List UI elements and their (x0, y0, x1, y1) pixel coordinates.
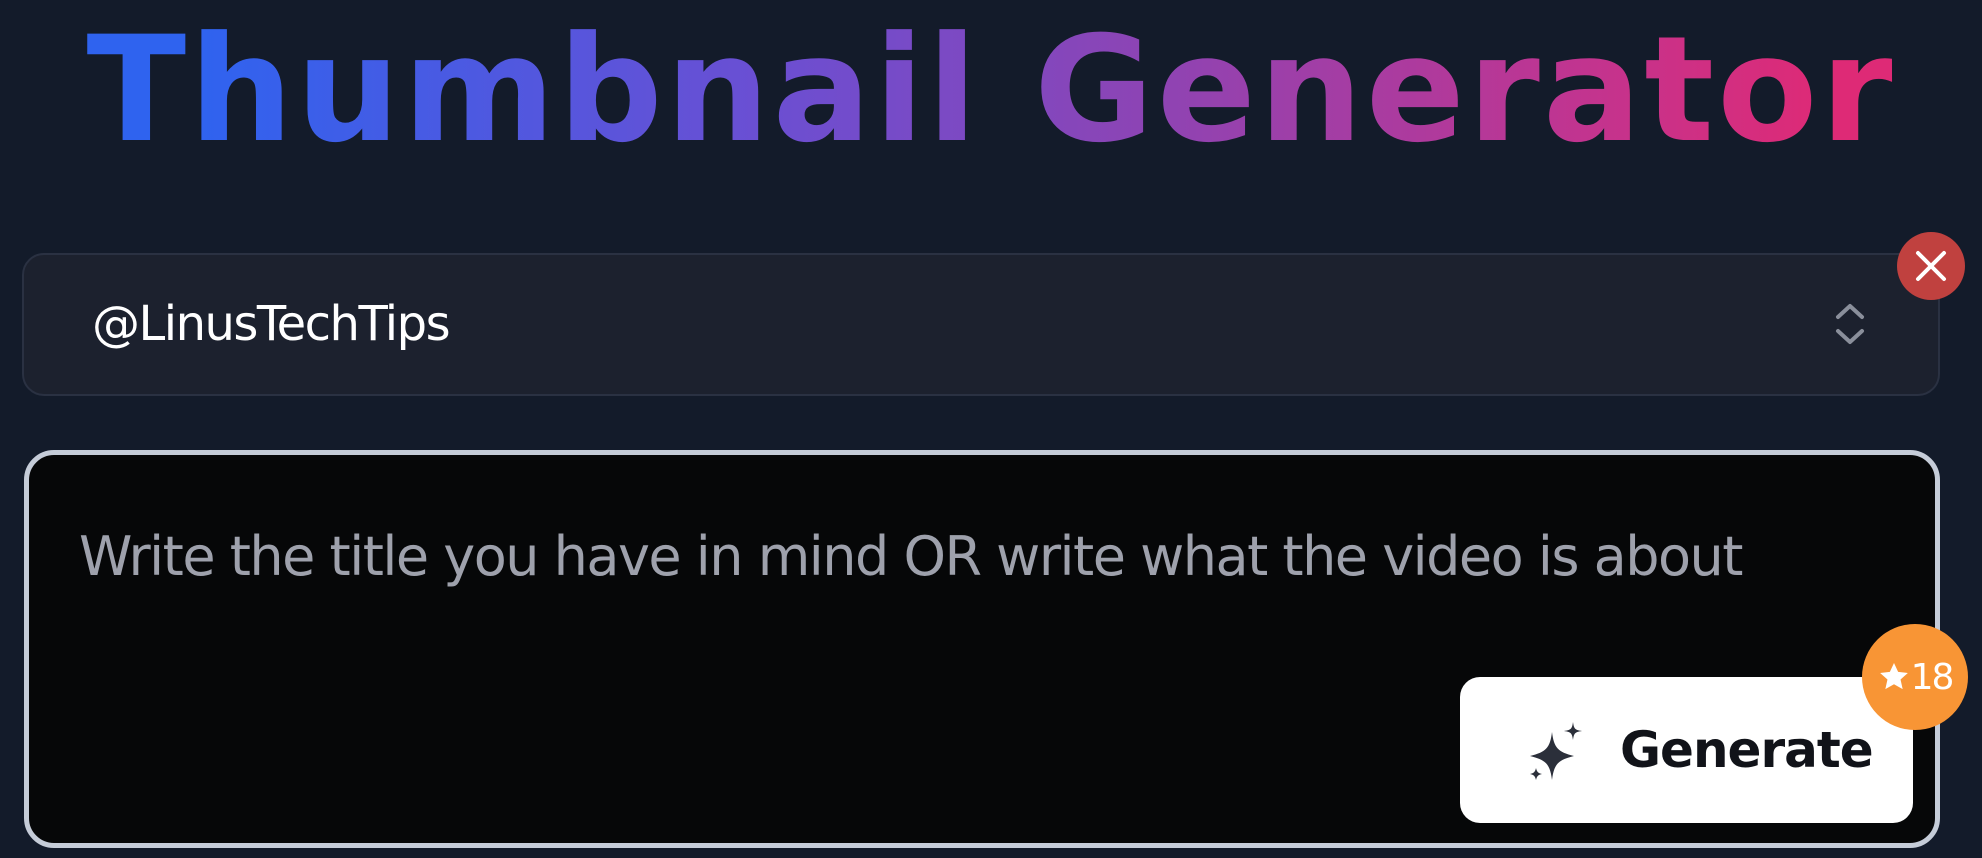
close-icon (1916, 251, 1946, 281)
sparkles-icon (1530, 722, 1582, 780)
page-title: Thumbnail Generator (0, 0, 1982, 180)
clear-channel-button[interactable] (1897, 232, 1965, 300)
generate-button[interactable]: Generate (1460, 677, 1913, 823)
channel-select-value: @LinusTechTips (92, 296, 451, 352)
channel-select[interactable]: @LinusTechTips (22, 253, 1940, 396)
credits-badge: 18 (1862, 624, 1968, 730)
generate-button-label: Generate (1620, 721, 1874, 779)
thumbnail-generator-page: Thumbnail Generator @LinusTechTips Write… (0, 0, 1982, 858)
credits-count: 18 (1910, 656, 1955, 698)
star-icon (1879, 663, 1908, 690)
chevron-up-down-icon (1836, 304, 1864, 344)
prompt-placeholder: Write the title you have in mind OR writ… (79, 525, 1743, 588)
